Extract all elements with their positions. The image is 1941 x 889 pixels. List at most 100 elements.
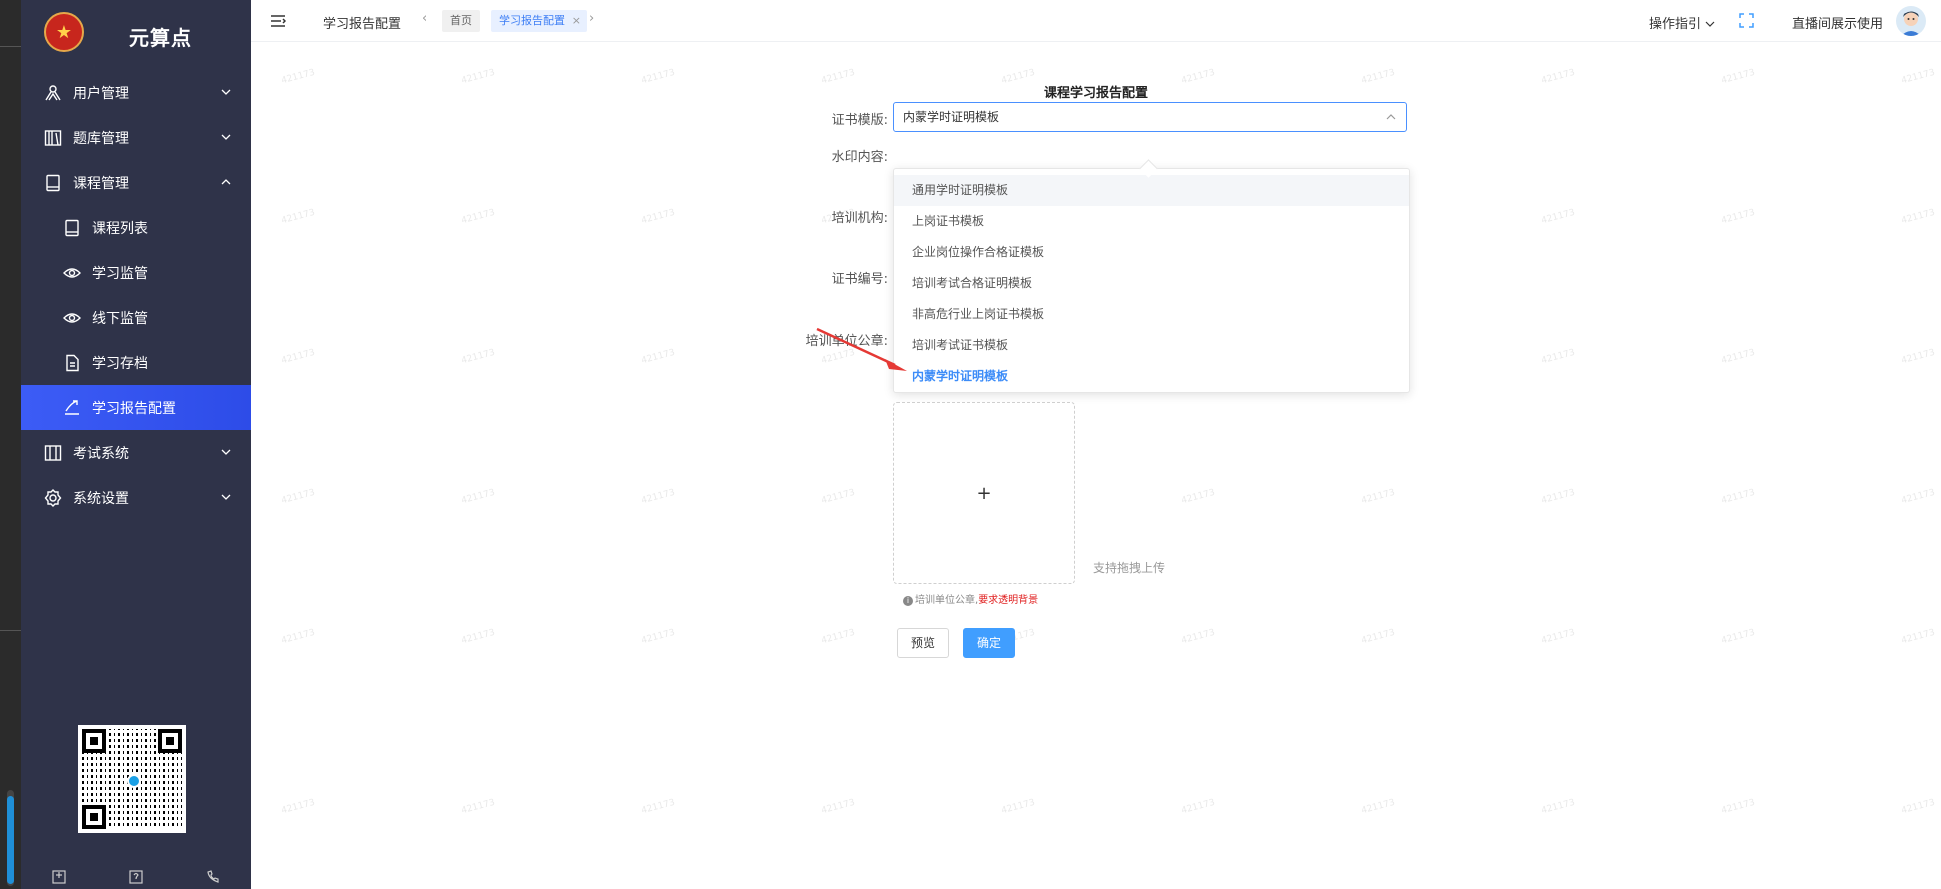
dropdown-option[interactable]: 企业岗位操作合格证模板	[894, 237, 1409, 268]
stamp-upload-area[interactable]: +	[893, 402, 1075, 584]
qr-pattern	[82, 729, 182, 829]
sidebar-item-course-list[interactable]: 课程列表	[21, 205, 251, 250]
user-name[interactable]: 直播间展示使用	[1792, 13, 1883, 32]
chevron-down-icon	[1705, 21, 1715, 27]
watermark-text: 421173	[820, 487, 857, 507]
sidebar-item-label: 课程列表	[92, 220, 148, 237]
watermark-text: 421173	[1720, 487, 1757, 507]
watermark-text: 421173	[1900, 627, 1937, 647]
chevron-down-icon	[221, 494, 231, 500]
qr-finder	[82, 805, 106, 829]
guide-label: 操作指引	[1649, 17, 1702, 32]
cert-no-label: 证书编号:	[831, 272, 888, 287]
book-icon	[43, 173, 63, 193]
dropdown-option[interactable]: 培训考试合格证明模板	[894, 268, 1409, 299]
template-label: 证书模版:	[831, 113, 888, 128]
tabs-prev-icon[interactable]: ‹	[422, 11, 427, 26]
page-title: 学习报告配置	[323, 17, 402, 32]
watermark-text: 421173	[1540, 797, 1577, 817]
strip-scroll-thumb[interactable]	[7, 796, 14, 884]
tab-label: 学习报告配置	[499, 14, 565, 27]
watermark-text: 421173	[1360, 627, 1397, 647]
watermark-text: 421173	[820, 797, 857, 817]
chevron-down-icon	[221, 449, 231, 455]
qr-code	[78, 725, 186, 833]
fullscreen-icon[interactable]	[1739, 13, 1754, 28]
sidebar-item-system-settings[interactable]: 系统设置	[21, 475, 251, 520]
sidebar: ★ 元算点 用户管理 题库管理 课程管理 课程列表 学习监管 线下监管 学习存档…	[21, 0, 251, 889]
watermark-label: 水印内容:	[831, 150, 888, 165]
eye-icon	[62, 263, 82, 283]
sidebar-item-library[interactable]: 题库管理	[21, 115, 251, 160]
preview-button[interactable]: 预览	[897, 628, 950, 658]
watermark-text: 421173	[1540, 487, 1577, 507]
watermark-text: 421173	[1360, 797, 1397, 817]
calculator-icon[interactable]	[50, 870, 68, 886]
sidebar-item-label: 考试系统	[73, 445, 129, 462]
sidebar-item-report-config[interactable]: 学习报告配置	[21, 385, 251, 430]
template-select[interactable]: 内蒙学时证明模板	[893, 102, 1407, 132]
watermark-text: 421173	[820, 627, 857, 647]
tabs-next-icon[interactable]: ›	[589, 11, 594, 26]
watermark-text: 421173	[1180, 627, 1217, 647]
watermark-text: 421173	[460, 487, 497, 507]
sidebar-item-learning-supervision[interactable]: 学习监管	[21, 250, 251, 295]
watermark-text: 421173	[1540, 347, 1577, 367]
watermark-text: 421173	[280, 347, 317, 367]
sidebar-item-label: 系统设置	[73, 490, 129, 507]
watermark-text: 421173	[1000, 797, 1037, 817]
watermark-text: 421173	[1720, 797, 1757, 817]
menu-toggle-icon[interactable]	[270, 14, 286, 28]
dropdown-option-selected[interactable]: 内蒙学时证明模板	[894, 361, 1409, 392]
chevron-down-icon	[221, 89, 231, 95]
sidebar-item-exam-system[interactable]: 考试系统	[21, 430, 251, 475]
watermark-text: 421173	[1720, 347, 1757, 367]
watermark-text: 421173	[280, 207, 317, 227]
confirm-button[interactable]: 确定	[963, 628, 1016, 658]
dropdown-option[interactable]: 培训考试证书模板	[894, 330, 1409, 361]
dropdown-option[interactable]: 通用学时证明模板	[894, 175, 1409, 206]
annotation-arrow-icon	[816, 327, 907, 371]
watermark-text: 421173	[460, 347, 497, 367]
help-icon[interactable]	[127, 870, 145, 886]
chevron-up-icon	[221, 179, 231, 185]
sidebar-item-learning-archive[interactable]: 学习存档	[21, 340, 251, 385]
watermark-text: 421173	[1180, 487, 1217, 507]
close-icon[interactable]: ×	[572, 10, 581, 32]
qr-finder	[158, 729, 182, 753]
watermark-text: 421173	[640, 207, 677, 227]
sidebar-bottom-tools	[21, 870, 251, 889]
guide-dropdown[interactable]: 操作指引	[1649, 13, 1715, 32]
tab-home[interactable]: 首页	[442, 10, 480, 32]
gear-icon	[43, 488, 63, 508]
watermark-text: 421173	[640, 627, 677, 647]
watermark-text: 421173	[280, 797, 317, 817]
form-title: 课程学习报告配置	[1043, 86, 1148, 101]
top-bar: 学习报告配置 ‹ 首页 学习报告配置 × › 操作指引 直播间展示使用	[251, 0, 1941, 42]
watermark-text: 421173	[280, 627, 317, 647]
phone-icon[interactable]	[204, 870, 222, 886]
sidebar-item-courses[interactable]: 课程管理	[21, 160, 251, 205]
library-icon	[43, 128, 63, 148]
org-label: 培训机构:	[831, 211, 888, 226]
outer-window-strip	[0, 0, 21, 889]
chevron-down-icon	[221, 134, 231, 140]
watermark-text: 421173	[460, 797, 497, 817]
watermark-text: 421173	[640, 797, 677, 817]
exam-icon	[43, 443, 63, 463]
tab-report-config[interactable]: 学习报告配置 ×	[491, 10, 587, 32]
watermark-text: 421173	[460, 207, 497, 227]
stamp-note-text: 培训单位公章,	[915, 595, 979, 606]
template-select-value: 内蒙学时证明模板	[903, 110, 1000, 124]
info-icon: i	[903, 596, 913, 606]
watermark-text: 421173	[1540, 627, 1577, 647]
watermark-text: 421173	[460, 627, 497, 647]
sidebar-item-label: 题库管理	[73, 130, 129, 147]
chevron-up-icon	[1386, 114, 1396, 120]
sidebar-item-users[interactable]: 用户管理	[21, 70, 251, 115]
dropdown-option[interactable]: 上岗证书模板	[894, 206, 1409, 237]
dropdown-option[interactable]: 非高危行业上岗证书模板	[894, 299, 1409, 330]
users-icon	[43, 83, 63, 103]
sidebar-item-offline-supervision[interactable]: 线下监管	[21, 295, 251, 340]
avatar[interactable]	[1896, 6, 1926, 36]
